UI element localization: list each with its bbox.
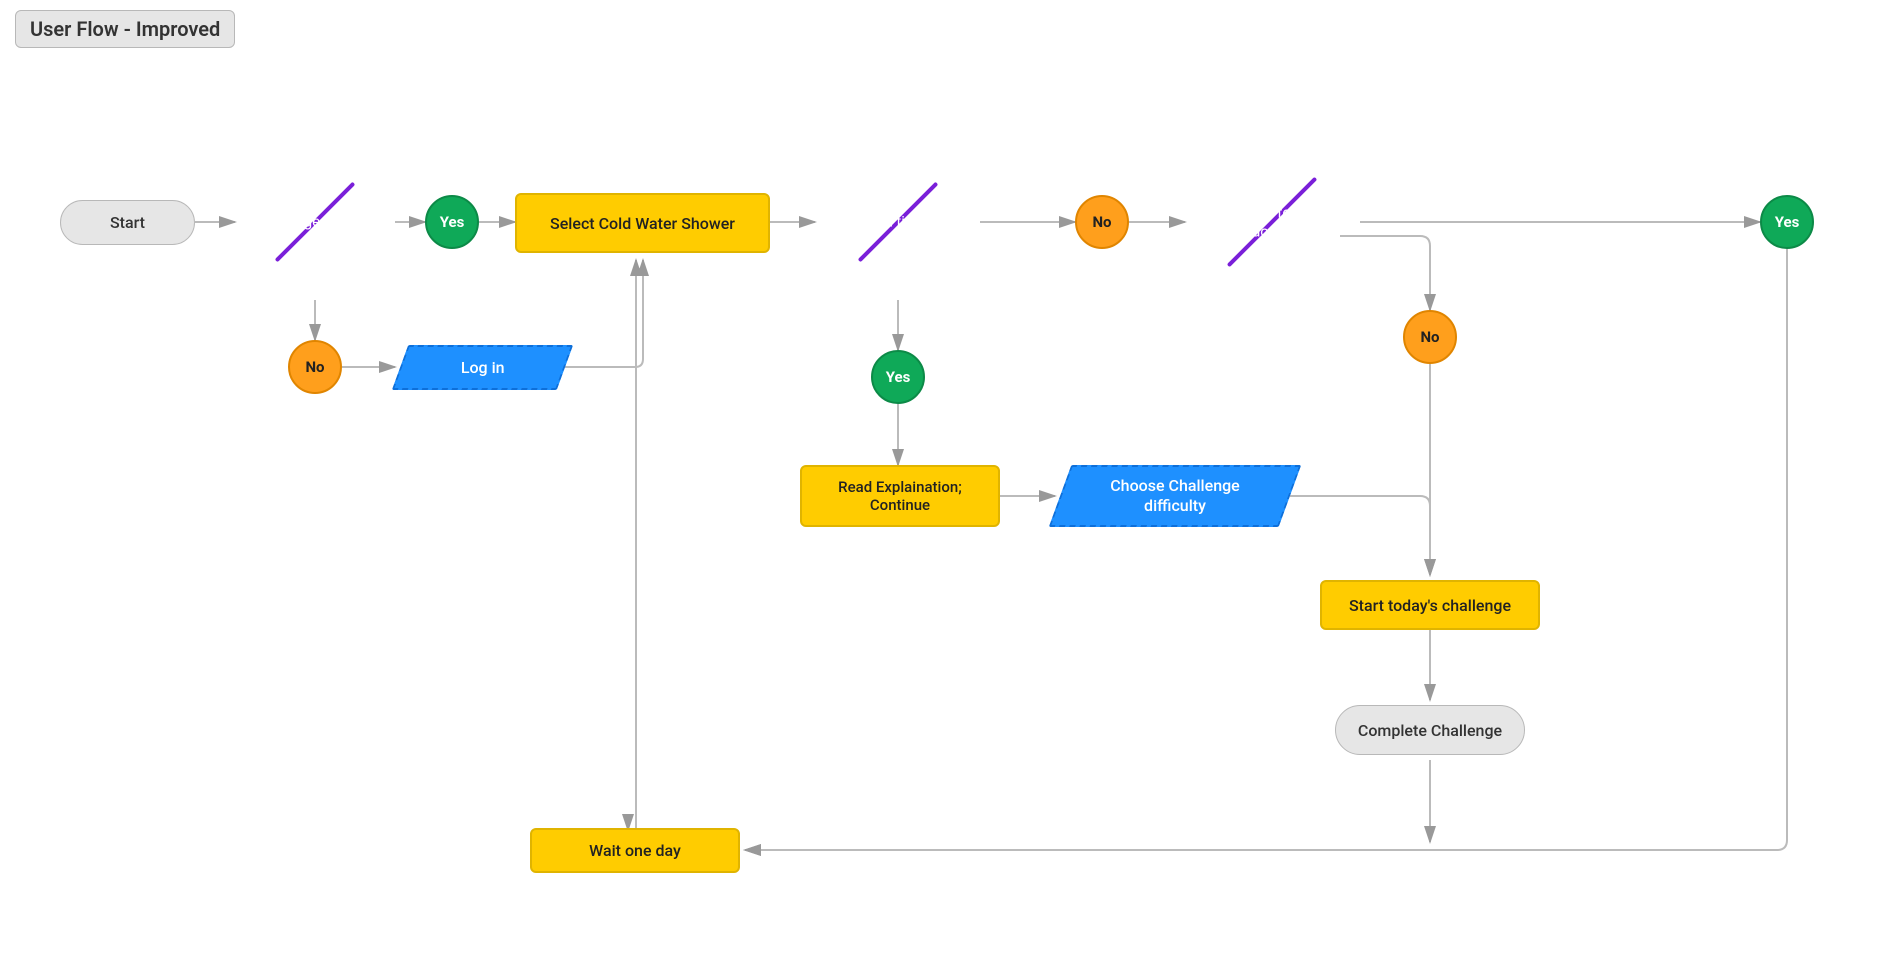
terminal-start: Start xyxy=(60,200,195,245)
terminal-complete-challenge: Complete Challenge xyxy=(1335,705,1525,755)
process-wait-one-day: Wait one day xyxy=(530,828,740,873)
io-login: Log in xyxy=(392,345,573,390)
io-choose-difficulty: Choose Challenge difficulty xyxy=(1049,465,1302,527)
badge-first-time-yes: Yes xyxy=(871,350,925,404)
badge-logged-in-no: No xyxy=(288,340,342,394)
badge-challenge-done-no: No xyxy=(1403,310,1457,364)
badge-first-time-no: No xyxy=(1075,195,1129,249)
badge-challenge-done-yes: Yes xyxy=(1760,195,1814,249)
process-select-shower: Select Cold Water Shower xyxy=(515,193,770,253)
process-start-challenge: Start today's challenge xyxy=(1320,580,1540,630)
process-read-explanation: Read Explaination; Continue xyxy=(800,465,1000,527)
badge-logged-in-yes: Yes xyxy=(425,195,479,249)
flowchart-canvas: Start Logged in? Yes No Log in Select Co… xyxy=(0,0,1894,972)
